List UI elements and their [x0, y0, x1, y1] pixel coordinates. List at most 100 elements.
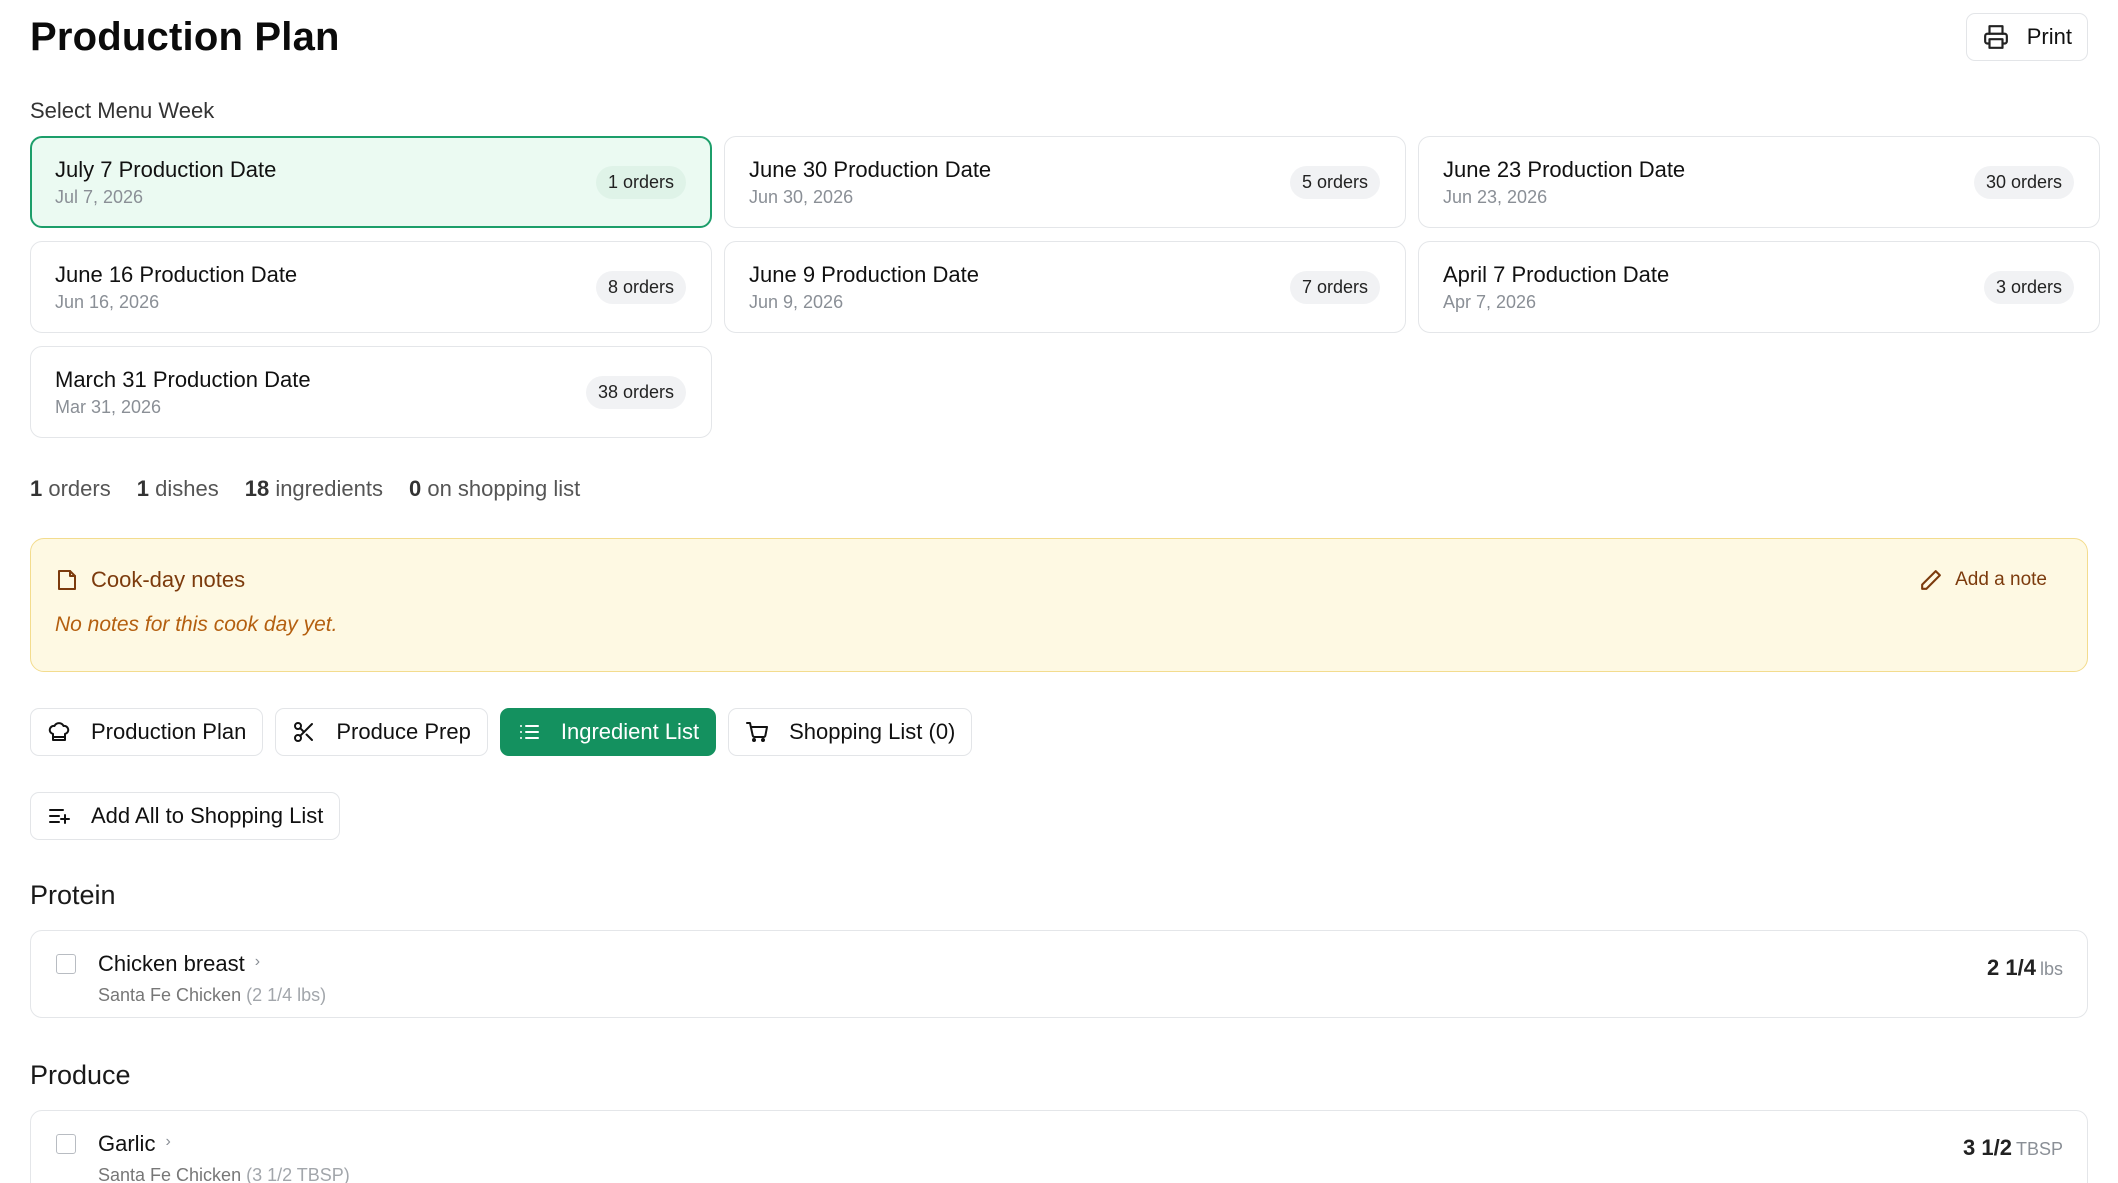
order-count-badge: 3 orders — [1983, 270, 2074, 304]
chef-hat-icon — [48, 722, 70, 741]
ingredient-checkbox[interactable] — [56, 1134, 76, 1154]
ingredient-name-text: Garlic — [98, 1131, 156, 1156]
quantity-unit: lbs — [2039, 959, 2063, 979]
stat-value: 1 — [30, 476, 43, 501]
notes-header: Cook-day notes Add a note — [55, 567, 2047, 593]
production-plan-page: Production Plan Print Select Menu Week J… — [0, 0, 2118, 1183]
week-title: June 23 Production Date — [1443, 156, 1686, 182]
quantity-value: 2 1/4 — [1987, 955, 2036, 980]
week-grid: July 7 Production Date Jul 7, 2026 1 orde… — [30, 136, 2100, 438]
dish-quantity: (3 1/2 TBSP) — [246, 1165, 350, 1183]
header: Production Plan Print — [30, 0, 2088, 74]
week-date: Jun 16, 2026 — [55, 291, 160, 312]
pencil-icon — [1921, 569, 1941, 590]
tab-produce-prep[interactable]: Produce Prep — [275, 708, 488, 756]
tab-label: Shopping List (0) — [789, 719, 956, 744]
week-title: July 7 Production Date — [55, 156, 277, 182]
cook-day-notes-panel: Cook-day notes Add a note No notes for t… — [30, 538, 2088, 672]
ingredient-source: Santa Fe Chicken (3 1/2 TBSP) — [98, 1165, 350, 1183]
category-title: Produce — [30, 1060, 131, 1090]
tab-label: Produce Prep — [336, 719, 471, 744]
order-count-badge: 38 orders — [585, 375, 686, 409]
ingredient-quantity: 2 1/4 lbs — [1987, 951, 2063, 981]
order-count-badge: 1 orders — [595, 165, 686, 199]
week-date: Apr 7, 2026 — [1443, 291, 1537, 312]
week-title: June 9 Production Date — [749, 261, 979, 287]
page-title: Production Plan — [30, 14, 340, 59]
order-count-badge: 5 orders — [1289, 165, 1380, 199]
order-count-badge: 7 orders — [1289, 270, 1380, 304]
ingredient-source: Santa Fe Chicken (2 1/4 lbs) — [98, 985, 326, 1006]
notes-title: Cook-day notes — [55, 567, 245, 593]
notes-empty-text: No notes for this cook day yet. — [55, 613, 338, 636]
chevron-right-icon: › — [165, 1133, 171, 1150]
order-count-badge: 8 orders — [595, 270, 686, 304]
ingredient-name[interactable]: Garlic › — [98, 1131, 350, 1157]
week-card[interactable]: June 23 Production Date Jun 23, 2026 30 o… — [1418, 136, 2100, 228]
stat-orders: 1 orders — [30, 476, 111, 502]
category-title: Protein — [30, 880, 116, 910]
week-title: June 30 Production Date — [749, 156, 992, 182]
tab-ingredient-list[interactable]: Ingredient List — [499, 708, 717, 756]
ingredient-checkbox[interactable] — [56, 954, 76, 974]
stat-ingredients: 18 ingredients — [245, 476, 383, 502]
ingredient-info: Chicken breast › Santa Fe Chicken (2 1/4 … — [56, 951, 326, 1006]
week-card[interactable]: June 16 Production Date Jun 16, 2026 8 or… — [30, 241, 712, 333]
print-button[interactable]: Print — [1965, 13, 2088, 61]
add-all-label: Add All to Shopping List — [91, 803, 324, 828]
list-plus-icon — [49, 809, 70, 824]
stat-label: on shopping list — [427, 476, 581, 501]
ingredient-row[interactable]: Garlic › Santa Fe Chicken (3 1/2 TBSP) 3 … — [30, 1110, 2088, 1183]
note-icon — [58, 570, 76, 590]
week-select-label: Select Menu Week — [30, 98, 215, 123]
order-count-badge: 30 orders — [1973, 165, 2074, 199]
ingredient-info: Garlic › Santa Fe Chicken (3 1/2 TBSP) — [56, 1131, 350, 1183]
week-title: April 7 Production Date — [1443, 261, 1670, 287]
view-tabs: Production Plan Produce Prep Ingredient … — [30, 708, 2088, 756]
week-card[interactable]: June 30 Production Date Jun 30, 2026 5 or… — [724, 136, 1406, 228]
ingredient-name[interactable]: Chicken breast › — [98, 951, 326, 977]
week-title: March 31 Production Date — [55, 366, 311, 392]
ingredient-row[interactable]: Chicken breast › Santa Fe Chicken (2 1/4 … — [30, 930, 2088, 1018]
tab-label: Ingredient List — [560, 719, 700, 744]
stat-value: 1 — [136, 476, 149, 501]
dish-name: Santa Fe Chicken — [98, 1165, 242, 1183]
list-icon — [519, 725, 539, 739]
week-card[interactable]: June 9 Production Date Jun 9, 2026 7 orde… — [724, 241, 1406, 333]
stat-label: orders — [48, 476, 111, 501]
summary-stats: 1 orders 1 dishes 18 ingredients 0 on sh… — [30, 476, 2088, 502]
add-note-button[interactable]: Add a note — [1918, 568, 2047, 593]
stat-value: 0 — [408, 476, 422, 501]
add-note-label: Add a note — [1955, 569, 2047, 590]
print-label: Print — [2026, 24, 2072, 49]
quantity-unit: TBSP — [2015, 1139, 2063, 1159]
notes-title-text: Cook-day notes — [91, 567, 246, 592]
week-date: Mar 31, 2026 — [55, 396, 162, 417]
stat-dishes: 1 dishes — [137, 476, 219, 502]
stat-label: dishes — [155, 476, 219, 501]
chevron-right-icon: › — [254, 953, 261, 970]
week-date: Jul 7, 2026 — [55, 186, 144, 207]
stat-value: 18 — [244, 476, 270, 501]
tab-production-plan[interactable]: Production Plan — [30, 708, 264, 756]
week-card-selected[interactable]: July 7 Production Date Jul 7, 2026 1 orde… — [30, 136, 712, 228]
cart-icon — [746, 722, 769, 742]
add-all-to-shopping-list-button[interactable]: Add All to Shopping List — [30, 792, 341, 840]
week-date: Jun 30, 2026 — [749, 186, 854, 207]
dish-quantity: (2 1/4 lbs) — [246, 985, 327, 1005]
week-card[interactable]: April 7 Production Date Apr 7, 2026 3 ord… — [1418, 241, 2100, 333]
dish-name: Santa Fe Chicken — [98, 985, 242, 1005]
stat-label: ingredients — [275, 476, 383, 501]
ingredient-quantity: 3 1/2 TBSP — [1963, 1131, 2063, 1161]
ingredient-name-text: Chicken breast — [98, 951, 245, 976]
week-card[interactable]: March 31 Production Date Mar 31, 2026 38 … — [30, 346, 712, 438]
stat-shopping-list: 0 on shopping list — [409, 476, 580, 502]
tab-label: Production Plan — [91, 719, 247, 744]
scissors-icon — [294, 722, 314, 742]
week-date: Jun 9, 2026 — [749, 291, 844, 312]
quantity-value: 3 1/2 — [1963, 1135, 2012, 1160]
week-title: June 16 Production Date — [55, 261, 298, 287]
week-date: Jun 23, 2026 — [1443, 186, 1548, 207]
printer-icon — [1983, 25, 2008, 49]
tab-shopping-list[interactable]: Shopping List (0) — [728, 708, 973, 756]
